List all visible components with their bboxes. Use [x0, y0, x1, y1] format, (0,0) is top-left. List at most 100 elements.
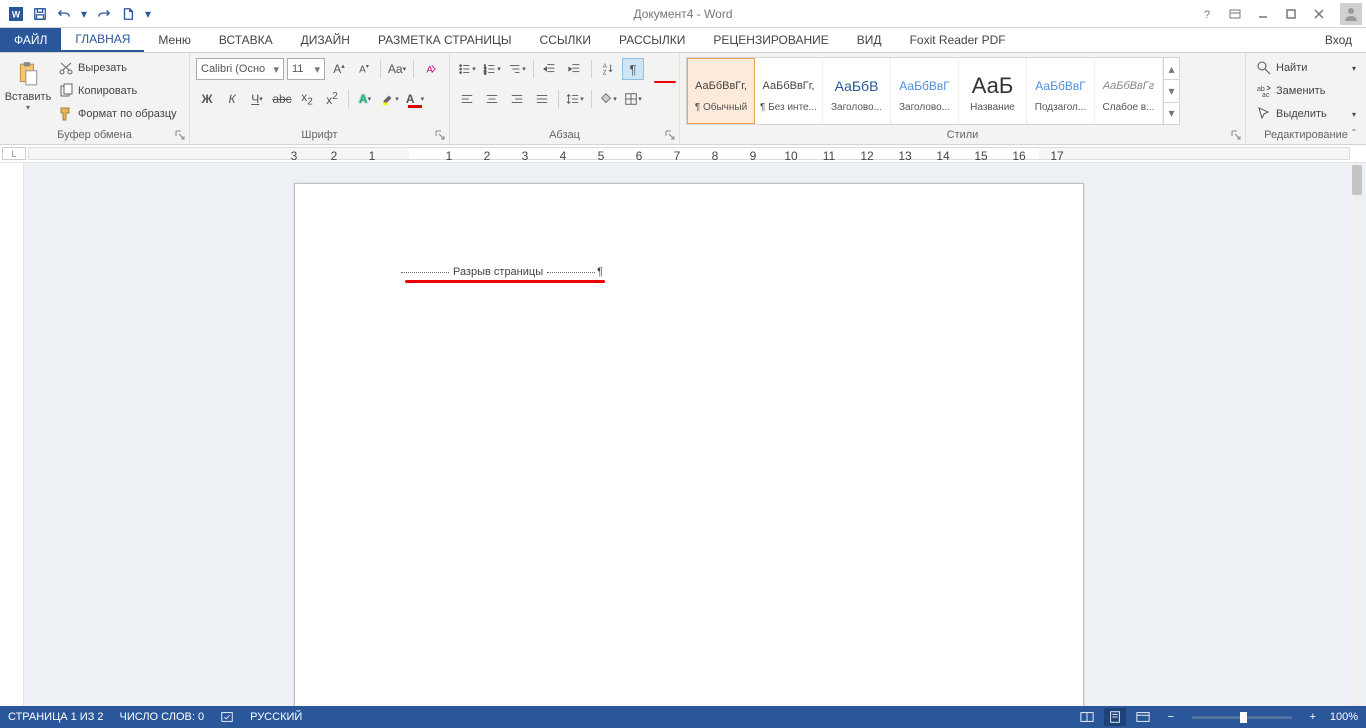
- decrease-indent-button[interactable]: [539, 58, 561, 80]
- status-words[interactable]: ЧИСЛО СЛОВ: 0: [120, 711, 205, 723]
- align-right-button[interactable]: [506, 88, 528, 110]
- vertical-ruler[interactable]: [0, 163, 24, 706]
- status-language[interactable]: РУССКИЙ: [250, 711, 302, 723]
- ribbon-display-icon[interactable]: [1222, 4, 1248, 24]
- font-name-combo[interactable]: Calibri (Осно▾: [196, 58, 284, 80]
- styles-launcher-icon[interactable]: [1229, 128, 1243, 142]
- tab-selector[interactable]: L: [2, 147, 26, 160]
- zoom-in-button[interactable]: +: [1302, 708, 1324, 726]
- font-color-button[interactable]: A▾: [404, 88, 426, 110]
- tab-insert[interactable]: ВСТАВКА: [205, 28, 287, 52]
- tab-foxit[interactable]: Foxit Reader PDF: [896, 28, 1020, 52]
- style-title[interactable]: АаБНазвание: [959, 58, 1027, 124]
- justify-button[interactable]: [531, 88, 553, 110]
- bullets-button[interactable]: ▾: [456, 58, 478, 80]
- sign-in-link[interactable]: Вход: [1311, 28, 1366, 52]
- increase-indent-button[interactable]: [564, 58, 586, 80]
- format-painter-button[interactable]: Формат по образцу: [54, 103, 181, 125]
- close-icon[interactable]: [1306, 4, 1332, 24]
- styles-scroll-up-icon[interactable]: ▴: [1164, 58, 1179, 79]
- replace-button[interactable]: abacЗаменить: [1252, 80, 1360, 102]
- view-read-mode-icon[interactable]: [1076, 708, 1098, 726]
- paragraph-launcher-icon[interactable]: [663, 128, 677, 142]
- align-left-button[interactable]: [456, 88, 478, 110]
- tab-home[interactable]: ГЛАВНАЯ: [61, 28, 144, 52]
- underline-button[interactable]: Ч▾: [246, 88, 268, 110]
- window-title: Документ4 - Word: [633, 7, 732, 21]
- minimize-icon[interactable]: [1250, 4, 1276, 24]
- copy-button[interactable]: Копировать: [54, 80, 181, 102]
- sort-button[interactable]: AZ: [597, 58, 619, 80]
- highlight-button[interactable]: ▾: [379, 88, 401, 110]
- user-avatar-icon[interactable]: [1340, 3, 1362, 25]
- show-paragraph-marks-button[interactable]: ¶: [622, 58, 644, 80]
- cut-button[interactable]: Вырезать: [54, 57, 181, 79]
- line-spacing-button[interactable]: ▾: [564, 88, 586, 110]
- view-print-layout-icon[interactable]: [1104, 708, 1126, 726]
- tab-file[interactable]: ФАЙЛ: [0, 28, 61, 52]
- word-app-icon[interactable]: W: [6, 4, 26, 24]
- style-heading1[interactable]: АаБбВЗаголово...: [823, 58, 891, 124]
- qat-customize-icon[interactable]: ▾: [142, 4, 154, 24]
- vertical-scrollbar[interactable]: [1350, 163, 1364, 706]
- tab-view[interactable]: ВИД: [843, 28, 896, 52]
- superscript-button[interactable]: x2: [321, 88, 343, 110]
- borders-button[interactable]: ▾: [622, 88, 644, 110]
- style-heading2[interactable]: АаБбВвГЗаголово...: [891, 58, 959, 124]
- shading-button[interactable]: ▾: [597, 88, 619, 110]
- find-button[interactable]: Найти▾: [1252, 57, 1360, 79]
- horizontal-ruler[interactable]: 3 2 1 1 2 3 4 5 6 7 8 9 10 11 12 13 14 1…: [28, 147, 1350, 160]
- style-weak[interactable]: АаБбВвГгСлабое в...: [1095, 58, 1163, 124]
- tab-review[interactable]: РЕЦЕНЗИРОВАНИЕ: [699, 28, 842, 52]
- save-icon[interactable]: [30, 4, 50, 24]
- collapse-ribbon-icon[interactable]: ˆ: [1346, 126, 1362, 142]
- group-label-styles: Стили: [686, 127, 1239, 144]
- zoom-slider[interactable]: [1192, 716, 1292, 719]
- font-size-combo[interactable]: 11▾: [287, 58, 325, 80]
- styles-scroll-down-icon[interactable]: ▾: [1164, 79, 1179, 101]
- help-icon[interactable]: ?: [1194, 4, 1220, 24]
- tab-menu[interactable]: Меню: [144, 28, 204, 52]
- undo-icon[interactable]: [54, 4, 74, 24]
- status-proofing[interactable]: [220, 710, 234, 724]
- zoom-out-button[interactable]: −: [1160, 708, 1182, 726]
- view-web-layout-icon[interactable]: [1132, 708, 1154, 726]
- tab-mailings[interactable]: РАССЫЛКИ: [605, 28, 699, 52]
- grow-font-button[interactable]: A▴: [328, 58, 350, 80]
- bold-button[interactable]: Ж: [196, 88, 218, 110]
- new-doc-icon[interactable]: [118, 4, 138, 24]
- status-page[interactable]: СТРАНИЦА 1 ИЗ 2: [8, 711, 104, 723]
- zoom-slider-thumb[interactable]: [1240, 712, 1247, 723]
- text-effects-button[interactable]: A▾: [354, 88, 376, 110]
- style-nospacing[interactable]: АаБбВвГг,¶ Без инте...: [755, 58, 823, 124]
- undo-dropdown-icon[interactable]: ▾: [78, 4, 90, 24]
- tab-references[interactable]: ССЫЛКИ: [526, 28, 605, 52]
- maximize-icon[interactable]: [1278, 4, 1304, 24]
- font-launcher-icon[interactable]: [433, 128, 447, 142]
- paste-button[interactable]: Вставить ▾: [6, 57, 50, 112]
- scrollbar-thumb[interactable]: [1352, 165, 1362, 195]
- styles-expand-icon[interactable]: ▾: [1164, 102, 1179, 124]
- style-normal[interactable]: АаБбВвГг,¶ Обычный: [687, 58, 755, 124]
- replace-icon: abac: [1256, 83, 1272, 99]
- redo-icon[interactable]: [94, 4, 114, 24]
- tab-page-layout[interactable]: РАЗМЕТКА СТРАНИЦЫ: [364, 28, 526, 52]
- clipboard-launcher-icon[interactable]: [173, 128, 187, 142]
- style-subtitle[interactable]: АаБбВвГПодзагол...: [1027, 58, 1095, 124]
- multilevel-list-button[interactable]: ▾: [506, 58, 528, 80]
- document-scroll[interactable]: Разрыв страницы ¶: [24, 163, 1366, 706]
- align-center-button[interactable]: [481, 88, 503, 110]
- select-button[interactable]: Выделить▾: [1252, 103, 1360, 125]
- strikethrough-button[interactable]: abc: [271, 88, 293, 110]
- numbering-button[interactable]: 123▾: [481, 58, 503, 80]
- page[interactable]: Разрыв страницы ¶: [294, 183, 1084, 706]
- group-styles: АаБбВвГг,¶ Обычный АаБбВвГг,¶ Без инте..…: [680, 53, 1246, 144]
- tab-design[interactable]: ДИЗАЙН: [287, 28, 364, 52]
- status-bar: СТРАНИЦА 1 ИЗ 2 ЧИСЛО СЛОВ: 0 РУССКИЙ − …: [0, 706, 1366, 728]
- subscript-button[interactable]: x2: [296, 88, 318, 110]
- zoom-level[interactable]: 100%: [1330, 711, 1358, 723]
- italic-button[interactable]: К: [221, 88, 243, 110]
- clear-formatting-button[interactable]: A: [419, 58, 441, 80]
- change-case-button[interactable]: Aa▾: [386, 58, 408, 80]
- shrink-font-button[interactable]: A▾: [353, 58, 375, 80]
